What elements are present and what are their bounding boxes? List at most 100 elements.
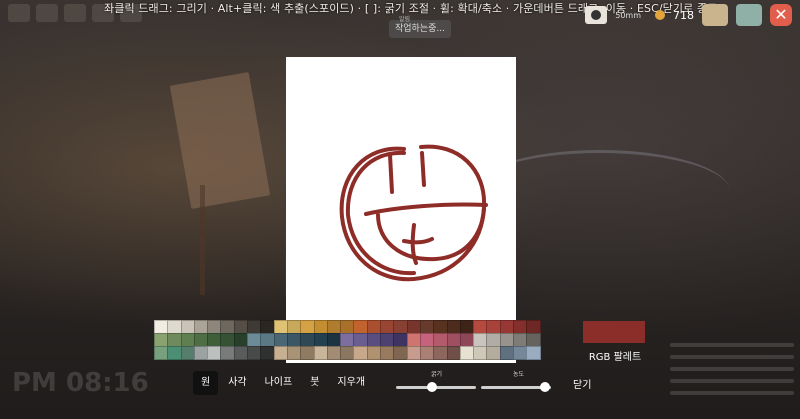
palette-swatch[interactable] (473, 346, 488, 360)
palette-swatch[interactable] (167, 320, 182, 334)
palette-swatch[interactable] (446, 333, 461, 347)
palette-swatch[interactable] (419, 346, 435, 360)
palette-swatch[interactable] (499, 346, 515, 360)
palette-swatch[interactable] (286, 346, 302, 360)
palette-swatch[interactable] (180, 320, 195, 334)
palette-swatch[interactable] (393, 333, 408, 347)
thickness-slider[interactable] (396, 382, 476, 392)
palette-swatch[interactable] (286, 320, 302, 334)
palette-swatch[interactable] (353, 333, 368, 347)
palette-swatch[interactable] (193, 346, 209, 360)
palette-swatch[interactable] (513, 346, 528, 360)
tool-knife[interactable]: 나이프 (257, 371, 301, 395)
palette-swatch[interactable] (459, 346, 475, 360)
palette-swatch[interactable] (247, 346, 262, 360)
palette-swatch[interactable] (220, 320, 235, 334)
palette-swatch[interactable] (419, 320, 435, 334)
palette-swatch[interactable] (473, 320, 488, 334)
palette-swatch[interactable] (446, 346, 461, 360)
palette-swatch[interactable] (220, 333, 235, 347)
palette-swatch[interactable] (233, 346, 249, 360)
palette-swatch[interactable] (499, 320, 515, 334)
palette-swatch[interactable] (180, 346, 195, 360)
rgb-palette-label[interactable]: RGB 팔레트 (583, 348, 647, 363)
palette-swatch[interactable] (513, 333, 528, 347)
palette-swatch[interactable] (247, 333, 262, 347)
palette-swatch[interactable] (167, 346, 182, 360)
palette-swatch[interactable] (366, 333, 382, 347)
palette-swatch[interactable] (313, 346, 328, 360)
palette-swatch[interactable] (526, 333, 541, 347)
palette-swatch[interactable] (167, 333, 182, 347)
palette-swatch[interactable] (419, 333, 435, 347)
palette-swatch[interactable] (207, 346, 222, 360)
palette-swatch[interactable] (340, 333, 355, 347)
tool-rectangle[interactable]: 사각 (220, 371, 254, 395)
palette-swatch[interactable] (286, 333, 302, 347)
palette-swatch[interactable] (353, 320, 368, 334)
thickness-slider-knob[interactable] (427, 382, 437, 392)
palette-swatch[interactable] (273, 346, 288, 360)
close-button[interactable]: 닫기 (573, 376, 591, 391)
tool-brush[interactable]: 붓 (302, 371, 327, 395)
palette-swatch[interactable] (366, 320, 382, 334)
palette-swatch[interactable] (513, 320, 528, 334)
palette-swatch[interactable] (326, 320, 342, 334)
shop-icon[interactable] (702, 4, 728, 26)
palette-swatch[interactable] (220, 346, 235, 360)
palette-swatch[interactable] (526, 346, 541, 360)
palette-swatch[interactable] (154, 346, 169, 360)
palette-swatch[interactable] (446, 320, 461, 334)
palette-swatch[interactable] (260, 346, 275, 360)
palette-swatch[interactable] (459, 333, 475, 347)
palette-swatch[interactable] (433, 320, 448, 334)
palette-swatch[interactable] (380, 333, 395, 347)
palette-swatch[interactable] (393, 320, 408, 334)
palette-swatch[interactable] (273, 333, 288, 347)
palette-swatch[interactable] (207, 333, 222, 347)
palette-swatch[interactable] (526, 320, 541, 334)
palette-swatch[interactable] (473, 333, 488, 347)
palette-swatch[interactable] (193, 333, 209, 347)
drawing-canvas[interactable] (286, 57, 516, 363)
palette-swatch[interactable] (380, 320, 395, 334)
palette-swatch[interactable] (326, 346, 342, 360)
tool-eraser[interactable]: 지우개 (329, 371, 373, 395)
camera-icon[interactable] (585, 6, 608, 24)
friends-icon[interactable] (736, 4, 762, 26)
palette-swatch[interactable] (233, 320, 249, 334)
close-icon[interactable]: ✕ (770, 4, 792, 26)
palette-swatch[interactable] (300, 333, 315, 347)
palette-swatch[interactable] (193, 320, 209, 334)
palette-swatch[interactable] (340, 320, 355, 334)
palette-swatch[interactable] (406, 333, 421, 347)
palette-swatch[interactable] (353, 346, 368, 360)
palette-swatch[interactable] (313, 320, 328, 334)
palette-swatch[interactable] (459, 320, 475, 334)
palette-swatch[interactable] (406, 320, 421, 334)
palette-swatch[interactable] (154, 333, 169, 347)
palette-swatch[interactable] (247, 320, 262, 334)
current-color-swatch[interactable] (583, 321, 645, 343)
palette-swatch[interactable] (406, 346, 421, 360)
palette-swatch[interactable] (233, 333, 249, 347)
palette-swatch[interactable] (433, 333, 448, 347)
palette-swatch[interactable] (326, 333, 342, 347)
palette-swatch[interactable] (366, 346, 382, 360)
palette-swatch[interactable] (313, 333, 328, 347)
palette-swatch[interactable] (300, 346, 315, 360)
palette-swatch[interactable] (180, 333, 195, 347)
tool-circle[interactable]: 원 (193, 371, 219, 395)
palette-swatch[interactable] (433, 346, 448, 360)
palette-swatch[interactable] (486, 333, 501, 347)
palette-swatch[interactable] (380, 346, 395, 360)
palette-swatch[interactable] (273, 320, 288, 334)
palette-swatch[interactable] (486, 346, 501, 360)
palette-swatch[interactable] (260, 333, 275, 347)
palette-swatch[interactable] (300, 320, 315, 334)
palette-swatch[interactable] (393, 346, 408, 360)
opacity-slider[interactable] (481, 382, 551, 392)
palette-swatch[interactable] (340, 346, 355, 360)
palette-swatch[interactable] (154, 320, 169, 334)
palette-swatch[interactable] (486, 320, 501, 334)
